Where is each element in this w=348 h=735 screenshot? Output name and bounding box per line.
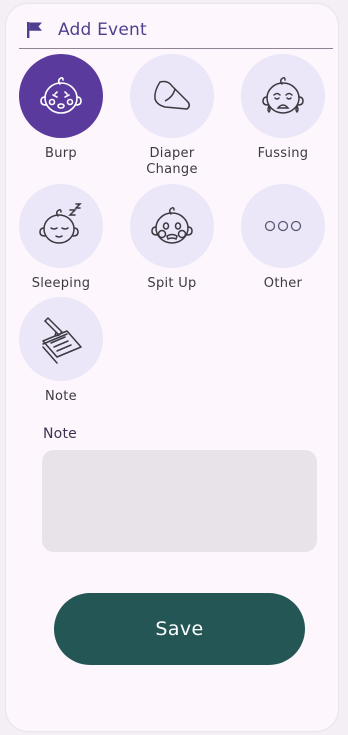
note-textarea[interactable] xyxy=(42,450,317,552)
event-label: Burp xyxy=(45,146,77,161)
event-label: Other xyxy=(263,276,303,291)
event-label: Fussing xyxy=(257,146,309,161)
diaper-icon xyxy=(154,80,191,110)
header-divider xyxy=(19,48,333,49)
more-dots-icon xyxy=(264,220,302,232)
baby-sleeping-icon xyxy=(39,203,82,244)
event-burp[interactable]: Burp xyxy=(6,54,116,162)
event-spit-up[interactable]: Spit Up xyxy=(117,184,227,292)
event-diaper-change-circle xyxy=(130,54,214,138)
event-diaper-change[interactable]: Diaper Change xyxy=(117,54,227,178)
event-fussing[interactable]: Fussing xyxy=(228,54,338,162)
baby-burp-icon xyxy=(40,76,82,114)
add-event-sheet: Add Event Burp Diaper Change Fussing Sle… xyxy=(6,4,338,731)
event-sleeping-circle xyxy=(19,184,103,268)
event-note-circle xyxy=(19,297,103,381)
event-label: Diaper Change xyxy=(146,146,198,177)
note-heading: Note xyxy=(43,426,77,442)
notepad-pencil-icon xyxy=(42,317,82,364)
baby-spit-up-icon xyxy=(151,207,193,244)
event-sleeping[interactable]: Sleeping xyxy=(6,184,116,292)
baby-crying-icon xyxy=(262,77,304,114)
page-title: Add Event xyxy=(58,20,147,40)
event-fussing-circle xyxy=(241,54,325,138)
header: Add Event xyxy=(26,16,147,44)
save-button[interactable]: Save xyxy=(54,593,305,665)
event-spit-up-circle xyxy=(130,184,214,268)
event-label: Note xyxy=(45,389,77,404)
event-note[interactable]: Note xyxy=(6,297,116,405)
event-label: Sleeping xyxy=(31,276,91,291)
event-other[interactable]: Other xyxy=(228,184,338,292)
flag-icon xyxy=(27,22,42,38)
event-label: Spit Up xyxy=(147,276,197,291)
event-other-circle xyxy=(241,184,325,268)
event-burp-circle xyxy=(19,54,103,138)
